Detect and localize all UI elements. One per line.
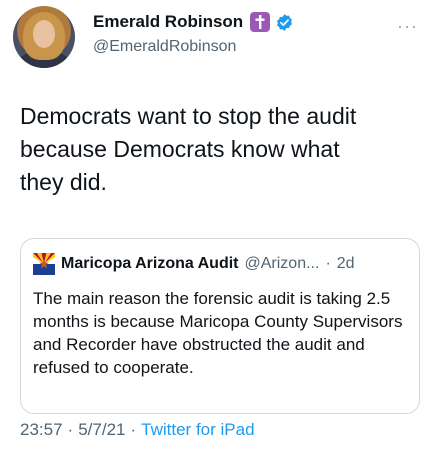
meta-separator-1: · [67, 420, 74, 439]
quoted-tweet-header: Maricopa Arizona Audit @Arizon... · 2d [33, 253, 355, 275]
author-handle[interactable]: @EmeraldRobinson [93, 38, 236, 56]
author-name-row: Emerald Robinson [93, 12, 294, 32]
tweet-source[interactable]: Twitter for iPad [141, 420, 254, 440]
author-name[interactable]: Emerald Robinson [93, 12, 243, 32]
more-horizontal-icon[interactable]: ··· [397, 16, 418, 37]
avatar-face [33, 20, 55, 48]
quoted-author-handle[interactable]: @Arizon... [245, 255, 320, 273]
tweet-date[interactable]: 5/7/21 [78, 420, 125, 440]
verified-badge-icon [277, 13, 293, 31]
tweet-text: Democrats want to stop the audit because… [20, 103, 357, 195]
quoted-tweet[interactable]: Maricopa Arizona Audit @Arizon... · 2d T… [20, 238, 420, 414]
tweet-meta: 23:57 · 5/7/21 · Twitter for iPad [20, 420, 255, 440]
quoted-age[interactable]: 2d [337, 255, 355, 273]
quoted-tweet-text: The main reason the forensic audit is ta… [33, 289, 403, 377]
quoted-author-name[interactable]: Maricopa Arizona Audit [61, 255, 239, 273]
arizona-flag-icon [33, 253, 55, 275]
tweet-time[interactable]: 23:57 [20, 420, 63, 440]
author-avatar[interactable] [13, 6, 75, 68]
quoted-separator: · [325, 255, 331, 272]
meta-separator-2: · [130, 420, 137, 439]
cross-badge-icon [250, 12, 271, 32]
